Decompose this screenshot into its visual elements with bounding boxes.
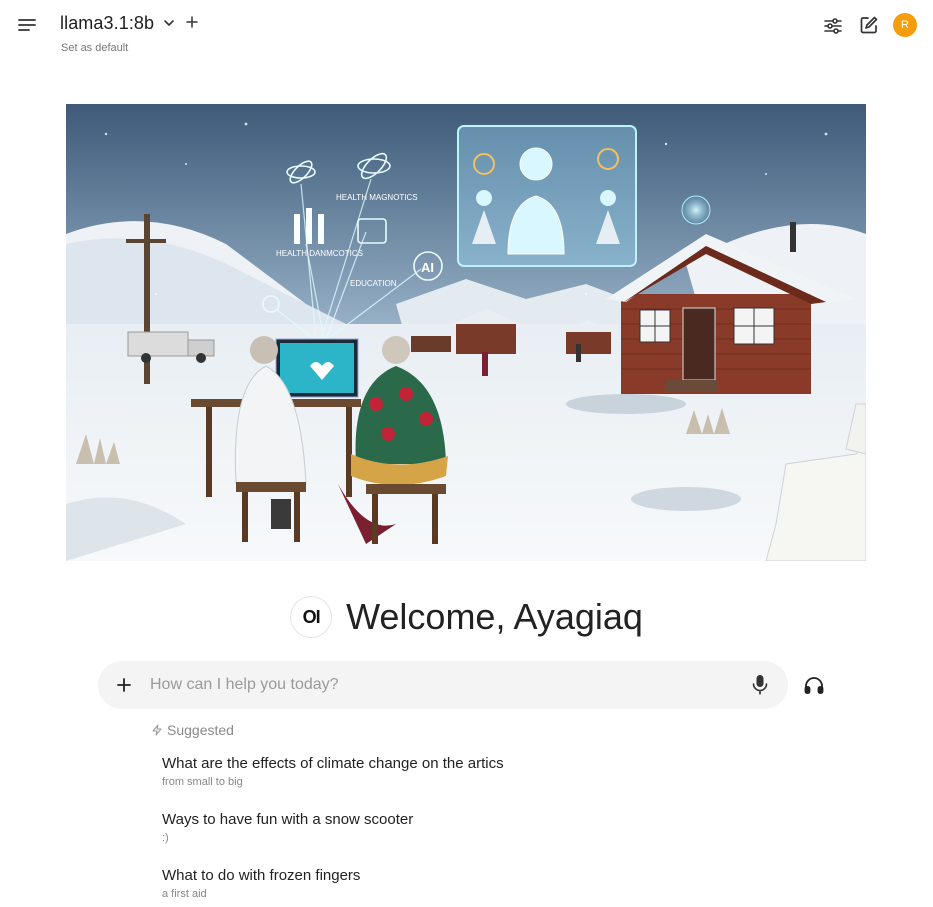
suggestion-subtitle: a first aid [162,888,207,900]
microphone-icon[interactable] [750,674,770,696]
app-logo: OI [290,596,333,638]
set-as-default-link[interactable]: Set as default [61,42,128,54]
banner-label-4: AI [421,260,434,275]
lightning-icon [152,724,162,736]
suggestion-item-1[interactable]: What are the effects of climate change o… [162,755,662,788]
message-input[interactable] [150,672,730,698]
welcome-heading: Welcome, Ayagiaq [346,596,643,637]
hamburger-menu-icon[interactable] [16,14,38,36]
chevron-down-icon[interactable] [162,16,176,30]
sliders-icon[interactable] [822,15,844,37]
suggestion-subtitle: :) [162,832,169,844]
suggestion-title: What are the effects of climate change o… [162,755,504,772]
suggestion-item-3[interactable]: What to do with frozen fingers a first a… [162,867,662,900]
welcome-section: OI Welcome, Ayagiaq [0,592,933,642]
new-chat-edit-icon[interactable] [858,14,880,36]
attach-plus-icon[interactable] [114,675,134,695]
model-selector[interactable]: llama3.1:8b [60,13,154,34]
banner-label-1: HEALTH MAGNOTICS [336,193,418,202]
suggestion-subtitle: from small to big [162,776,243,788]
suggestion-item-2[interactable]: Ways to have fun with a snow scooter :) [162,811,662,844]
banner-label-2: HEALTH DANMCOTICS [276,249,363,258]
add-model-plus-icon[interactable] [184,14,200,30]
suggested-label-text: Suggested [167,722,234,738]
suggested-heading: Suggested [151,722,234,738]
message-input-bar [98,661,788,709]
banner-image: HEALTH MAGNOTICS HEALTH DANMCOTICS EDUCA… [66,104,866,561]
banner-label-3: EDUCATION [350,279,397,288]
user-avatar[interactable]: R [893,13,917,37]
top-bar: llama3.1:8b Set as default R [0,0,933,60]
suggestion-title: Ways to have fun with a snow scooter [162,811,414,828]
suggestion-title: What to do with frozen fingers [162,867,361,884]
headphones-icon[interactable] [803,674,825,696]
